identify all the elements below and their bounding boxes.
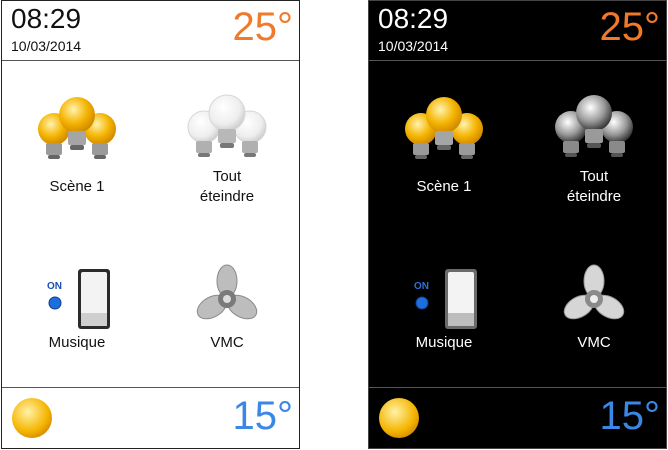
tile-label: Scène 1 <box>49 178 105 195</box>
bulbs-on-icon <box>38 97 116 159</box>
sun-icon <box>12 398 52 438</box>
clock-date: 10/03/2014 <box>378 38 449 54</box>
music-button[interactable]: ON Musique <box>379 263 509 353</box>
scene-1-button[interactable]: Scène 1 <box>12 91 142 197</box>
clock-time: 08:29 <box>11 3 82 34</box>
bulbs-off-icon <box>555 95 633 157</box>
footer-bar: 15° <box>369 387 666 448</box>
header-bar: 08:29 10/03/2014 25° <box>2 1 299 61</box>
tile-label-line2: éteindre <box>199 188 255 205</box>
footer-bar: 15° <box>2 387 299 448</box>
indoor-temperature: 25° <box>232 5 294 49</box>
led-on-indicator <box>415 296 429 310</box>
clock-time: 08:29 <box>378 3 449 34</box>
switch-on-text: ON <box>47 281 62 292</box>
led-on-indicator <box>48 296 62 310</box>
scene-1-button[interactable]: Scène 1 <box>379 91 509 197</box>
switch-on-icon: ON <box>47 269 110 329</box>
tile-label: Tout éteindre <box>162 167 292 207</box>
sun-icon <box>379 398 419 438</box>
panel-dark: 08:29 10/03/2014 25° Scène 1 Tout éteind… <box>368 0 667 449</box>
music-button[interactable]: ON Musique <box>12 263 142 353</box>
switch-on-text: ON <box>414 281 429 292</box>
fan-icon <box>196 264 258 320</box>
tile-label-line1: Tout <box>579 168 609 185</box>
switch-on-icon: ON <box>414 269 477 329</box>
tile-label: VMC <box>210 334 244 351</box>
clock-date: 10/03/2014 <box>11 38 82 54</box>
all-off-button[interactable]: Tout éteindre <box>162 91 292 207</box>
tile-label: Musique <box>415 334 473 351</box>
tile-label-line2: éteindre <box>566 188 622 205</box>
indoor-temperature: 25° <box>599 5 661 49</box>
vmc-button[interactable]: VMC <box>162 263 292 353</box>
tile-label: Musique <box>48 334 106 351</box>
tile-label: Scène 1 <box>416 178 472 195</box>
outdoor-temperature: 15° <box>232 394 294 438</box>
tile-label: VMC <box>577 334 611 351</box>
fan-icon <box>563 264 625 320</box>
panel-light: 08:29 10/03/2014 25° Scène 1 Tout éteind… <box>1 0 300 449</box>
header-bar: 08:29 10/03/2014 25° <box>369 1 666 61</box>
tile-label: Tout éteindre <box>529 167 659 207</box>
all-off-button[interactable]: Tout éteindre <box>529 91 659 207</box>
vmc-button[interactable]: VMC <box>529 263 659 353</box>
bulbs-on-icon <box>405 97 483 159</box>
bulbs-off-icon <box>187 94 267 157</box>
tile-label-line1: Tout <box>212 168 242 185</box>
outdoor-temperature: 15° <box>599 394 661 438</box>
